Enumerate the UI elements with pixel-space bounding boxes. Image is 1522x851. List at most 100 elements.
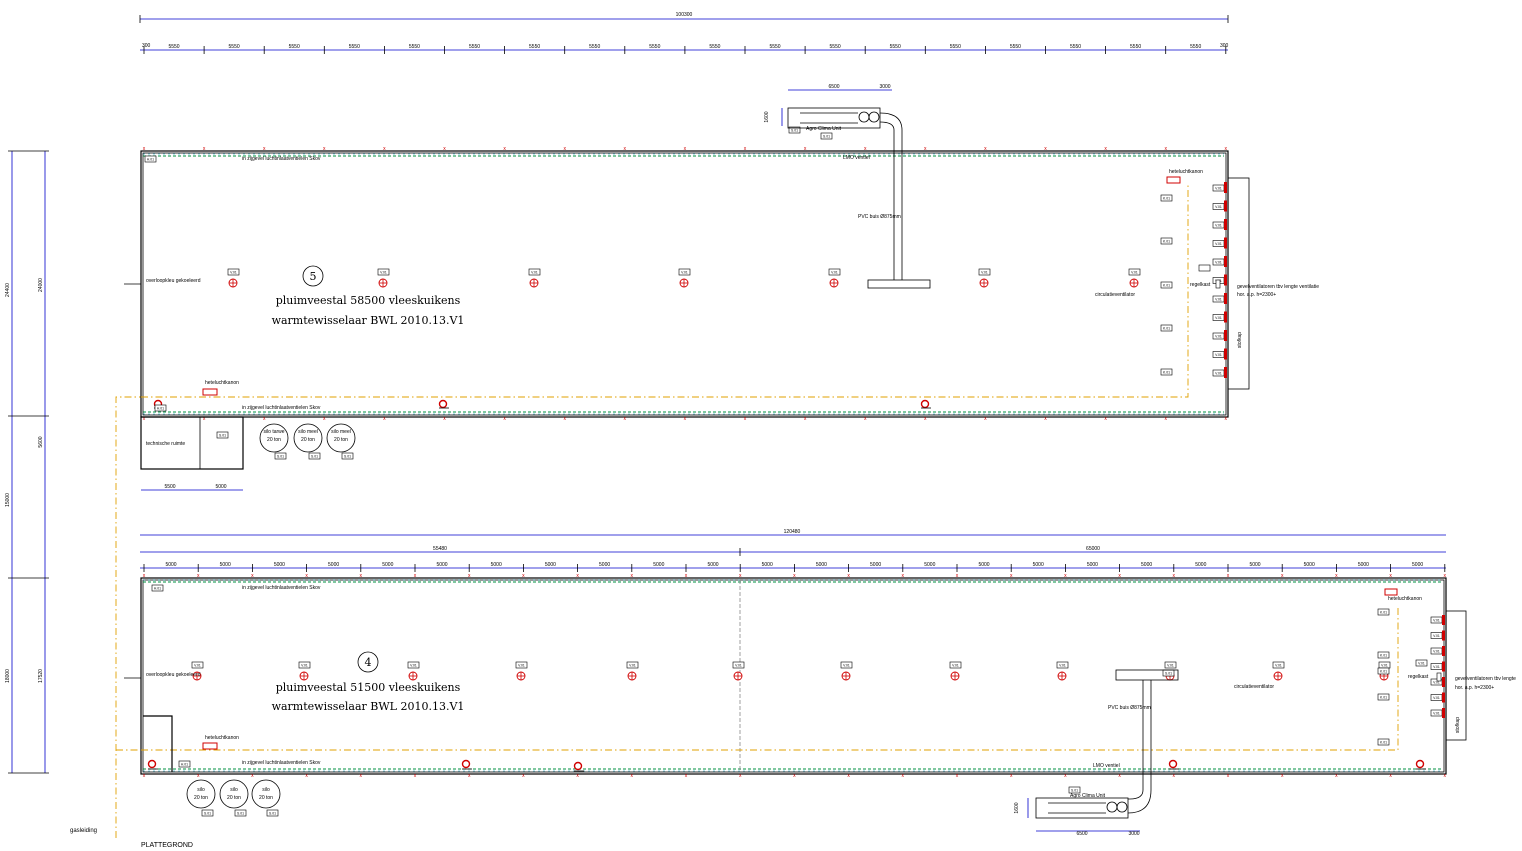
stal5-heater-icon — [1166, 176, 1181, 184]
stal4-bay-dim-label: 5000 — [1412, 562, 1423, 568]
svg-text:S.01: S.01 — [344, 455, 351, 459]
stal5-heater-tag: V.01 — [377, 268, 390, 276]
svg-text:H.01: H.01 — [181, 763, 188, 767]
dim-gap: 15000 — [5, 493, 11, 507]
stal5-heater-label: heteluchtkanon — [1169, 169, 1203, 175]
stal4-gable-fans-label: gevelventilatoren tbv lengte — [1455, 676, 1516, 682]
svg-text:V.01: V.01 — [831, 271, 838, 275]
svg-text:1600: 1600 — [764, 111, 770, 122]
stal5-fan-tag: V.01 — [1212, 314, 1225, 321]
stal5-inlet-bottom: in zijgevel luchtinlaatventielen Skov — [242, 405, 321, 411]
svg-text:K.01: K.01 — [1380, 741, 1387, 745]
stal5-number-circle: 5 — [302, 265, 324, 287]
top-left-end-dim: 300 — [142, 43, 151, 49]
svg-text:K.01: K.01 — [1163, 284, 1170, 288]
stal4-fan-tag: V.01 — [1430, 632, 1443, 639]
svg-text:20 ton: 20 ton — [194, 795, 208, 801]
svg-text:V.01: V.01 — [380, 271, 387, 275]
svg-text:3000: 3000 — [879, 84, 890, 90]
stal5-fan-mark — [1224, 311, 1227, 323]
stal4-fan-mark — [1442, 677, 1445, 687]
stal4-heater-symbol — [1273, 671, 1283, 681]
stal4-heater-symbol — [841, 671, 851, 681]
stal5-fan-tag: V.01 — [1212, 351, 1225, 358]
svg-text:V.01: V.01 — [518, 664, 525, 668]
svg-text:20 ton: 20 ton — [301, 437, 315, 443]
stal5-heaters: V.01 V.01 V.01 V.01 V.01 V.01 V.01 — [153, 268, 1141, 409]
stal4-fan-mark — [1442, 630, 1445, 641]
stal4-bay-dim-label: 5000 — [1033, 562, 1044, 568]
svg-text:S.01: S.01 — [311, 455, 318, 459]
stal5-fan-mark — [1224, 237, 1227, 249]
stal5-inlet-top: in zijgevel luchtinlaatventielen Skov — [242, 156, 321, 162]
stal4-bay-dim-label: 5000 — [274, 562, 285, 568]
stal4-climate-unit: Agro Clima Unit PVC buis Ø875mm LMO vent… — [1014, 669, 1179, 837]
stal5-fan-mark — [1224, 200, 1227, 212]
bay-dim-label: 5550 — [409, 44, 420, 50]
svg-text:silo: silo — [197, 787, 205, 793]
dim-stal4-inner: 17520 — [38, 669, 44, 683]
stal4-fan-tag: V.01 — [1430, 694, 1443, 701]
stal4-side-tag: K.01 — [1377, 693, 1390, 701]
svg-text:V.01: V.01 — [629, 664, 636, 668]
stal4-shutter-label: stofkap — [1455, 717, 1461, 733]
top-right-end-dim: 300 — [1220, 43, 1229, 49]
svg-text:silo: silo — [262, 787, 270, 793]
stal4-heater-tag: V.01 — [515, 661, 528, 669]
bay-dim-label: 5550 — [830, 44, 841, 50]
bay-dim-label: 5550 — [589, 44, 600, 50]
svg-text:K.01: K.01 — [1163, 240, 1170, 244]
stal5-heater-symbol — [228, 278, 238, 288]
stal5-title: pluimveestal 58500 vleeskuikens — [276, 294, 461, 307]
stal5-side-tag: K.01 — [1160, 368, 1173, 376]
svg-text:H.01: H.01 — [157, 407, 164, 411]
stal4-side-tag: K.01 — [1377, 608, 1390, 616]
bay-dim-label: 5550 — [769, 44, 780, 50]
stal4-heater-symbol — [408, 671, 418, 681]
svg-text:S.01: S.01 — [1071, 789, 1078, 793]
stal4-fan-mark — [1442, 646, 1445, 656]
stal5-heater-symbol — [1129, 278, 1139, 288]
stal4-fan-extra-tag: V.01 — [1415, 659, 1428, 667]
stal4-fan-mark — [1442, 708, 1445, 718]
stal4-heater-tag: V.01 — [732, 661, 745, 669]
svg-text:V.01: V.01 — [843, 664, 850, 668]
stal5-corner-tag: H.01 — [144, 155, 157, 163]
dim-stal5-width: 24400 — [5, 283, 11, 297]
stal4-unit-tag: S.01 — [1162, 669, 1175, 677]
stal5-fan-tag: V.01 — [1212, 258, 1225, 266]
svg-text:K.01: K.01 — [1380, 696, 1387, 700]
stal4-subtitle: warmtewisselaar BWL 2010.13.V1 — [272, 700, 465, 713]
top-overall-dim-label: 100300 — [676, 12, 693, 18]
svg-text:silo meel: silo meel — [331, 429, 351, 435]
stal4-fan-mark — [1442, 661, 1445, 672]
stal5-heater-tag: V.01 — [678, 268, 691, 276]
dim-stal4-width: 18000 — [5, 669, 11, 683]
stal5-fan-mark — [1224, 330, 1227, 341]
svg-text:V.01: V.01 — [1433, 696, 1440, 700]
stal4-bay-dim-label: 5000 — [1195, 562, 1206, 568]
stal4-wall-burner — [1415, 759, 1426, 770]
stal5-heater-symbol — [979, 278, 989, 288]
svg-text:silo: silo — [230, 787, 238, 793]
stal4-heater-icon — [202, 742, 218, 750]
stal4-bay-dim-label: 5000 — [816, 562, 827, 568]
bay-dim-label: 5550 — [649, 44, 660, 50]
stal4-bay-dim-label: 5000 — [220, 562, 231, 568]
stal4-wall-burner — [1168, 759, 1179, 770]
stal4-bay-dim-label: 5000 — [870, 562, 881, 568]
stal5-heater-tag: V.01 — [828, 268, 841, 276]
svg-text:V.01: V.01 — [1215, 372, 1222, 376]
stal5-tech-tag: S.01 — [216, 431, 229, 439]
stal5-silos: silo tarwe 20 ton silo meel 20 ton silo … — [259, 423, 356, 453]
svg-text:PVC buis Ø875mm: PVC buis Ø875mm — [1108, 705, 1151, 711]
svg-text:V.01: V.01 — [1215, 298, 1222, 302]
svg-text:V.01: V.01 — [1215, 316, 1222, 320]
stal5-technical-room: technische ruimte 5500 5000 — [140, 416, 244, 491]
stal5-wall-burner — [920, 399, 931, 409]
stal4-wall-burner — [461, 759, 472, 770]
svg-text:V.01: V.01 — [681, 271, 688, 275]
stal5-left-note: overloopkleu gekoeleerd — [146, 278, 201, 284]
svg-text:silo meel: silo meel — [298, 429, 318, 435]
bay-dim-label: 5550 — [529, 44, 540, 50]
